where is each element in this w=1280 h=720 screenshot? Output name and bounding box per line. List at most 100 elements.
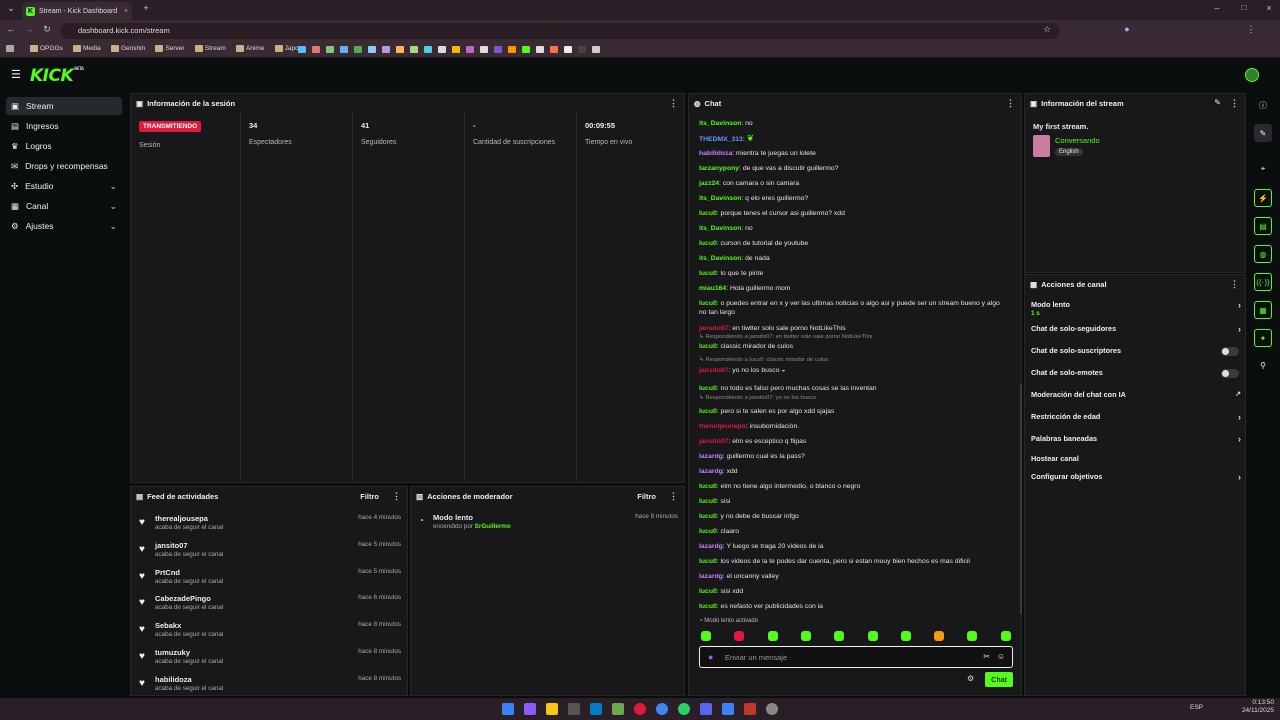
layers-icon[interactable]: ▦ xyxy=(1254,301,1272,319)
channel-action-5[interactable]: Restricción de edad › xyxy=(1031,412,1243,428)
bookmark-icon[interactable] xyxy=(354,46,362,53)
chat-message[interactable]: its_Davinson: no xyxy=(699,224,1009,233)
taskbar-app-icon[interactable] xyxy=(766,703,778,715)
wrench-icon[interactable]: ✦ xyxy=(1254,329,1272,347)
chat-message[interactable]: lucu0: curson de tutorial de youtube xyxy=(699,239,1009,248)
chat-message[interactable]: lazardg: guillermo cual es la pass? xyxy=(699,452,1009,461)
chat-username[interactable]: lazardg xyxy=(699,573,723,580)
chat-input[interactable]: ● Enviar un mensaje ✂ ☺ xyxy=(699,646,1013,668)
bookmark-icon[interactable] xyxy=(466,46,474,53)
language-indicator[interactable]: ESP xyxy=(1190,704,1203,711)
bookmark-folder[interactable]: Genshin xyxy=(110,45,145,52)
chat-username[interactable]: lucu0 xyxy=(699,588,717,595)
bookmark-folder[interactable]: Anime xyxy=(235,45,264,52)
bookmark-icon[interactable] xyxy=(522,46,530,53)
chat-message[interactable]: THEDMX_313: ❦ xyxy=(699,134,1009,144)
feed-user[interactable]: habilidoza xyxy=(155,675,192,684)
emote-icon[interactable] xyxy=(867,631,878,641)
bookmark-icon[interactable] xyxy=(424,46,432,53)
discord-icon[interactable] xyxy=(700,703,712,715)
chat-message[interactable]: jazz24: con camara o sin camara xyxy=(699,179,1009,188)
reload-icon[interactable]: ↻ xyxy=(40,24,54,35)
file-explorer-icon[interactable] xyxy=(546,703,558,715)
bookmark-icon[interactable] xyxy=(592,46,600,53)
chat-username[interactable]: lucu0 xyxy=(699,385,717,392)
bookmark-icon[interactable] xyxy=(382,46,390,53)
url-field[interactable]: dashboard.kick.com/stream xyxy=(60,23,1060,39)
sidebar-item-logros[interactable]: ♛ Logros xyxy=(6,137,122,155)
chat-message[interactable]: lazardg: Y luego se traga 20 videos de i… xyxy=(699,542,1009,551)
chat-message[interactable]: its_Davinson: de nada xyxy=(699,254,1009,263)
more-options-icon[interactable]: ⋮ xyxy=(1006,98,1015,109)
channel-action-7[interactable]: Hostear canal xyxy=(1031,454,1243,470)
feed-user[interactable]: PrtCnd xyxy=(155,568,180,577)
bookmark-folder[interactable]: Japo xyxy=(274,45,299,52)
clock[interactable]: 0:13:50 24/11/2025 xyxy=(1238,699,1274,715)
broadcast-icon[interactable]: ((·)) xyxy=(1254,273,1272,291)
chat-message[interactable]: jansito07: yo no los busco ◒ xyxy=(699,366,1009,375)
bookmark-icon[interactable] xyxy=(410,46,418,53)
chat-username[interactable]: jansito07 xyxy=(699,438,728,445)
mod-action-user[interactable]: SrGuillermo xyxy=(475,523,511,530)
bookmark-icon[interactable] xyxy=(312,46,320,53)
tab-menu-icon[interactable]: ⌄ xyxy=(4,3,18,14)
channel-action-6[interactable]: Palabras baneadas › xyxy=(1031,434,1243,450)
taskbar-app-icon[interactable] xyxy=(634,703,646,715)
channel-action-0[interactable]: Modo lento 1 s › xyxy=(1031,300,1243,317)
chat-message[interactable]: lazardg: el uncanny valley xyxy=(699,572,1009,581)
microphone-icon[interactable]: ● xyxy=(708,652,713,662)
toggle-switch[interactable] xyxy=(1221,347,1239,356)
chat-message[interactable]: its_Davinson: no xyxy=(699,119,1009,128)
chat-username[interactable]: lucu0 xyxy=(699,528,717,535)
chat-message[interactable]: lucu0: los videos de la te podes dar cue… xyxy=(699,557,1009,566)
bookmark-star-icon[interactable]: ☆ xyxy=(1040,24,1054,35)
channel-action-2[interactable]: Chat de solo-suscriptores xyxy=(1031,346,1243,362)
browser-menu-icon[interactable]: ⋮ xyxy=(1244,24,1258,35)
chat-message[interactable]: miau164: Hola guillermo mom xyxy=(699,284,1009,293)
feed-item[interactable]: ♥ PrtCnd acaba de seguir el canal hace 5 mi… xyxy=(139,568,401,590)
chat-username[interactable]: lucu0 xyxy=(699,300,717,307)
close-window-icon[interactable]: × xyxy=(1262,3,1276,13)
emote-icon[interactable] xyxy=(734,631,745,641)
browser-tab[interactable]: K Stream - Kick Dashboard × xyxy=(22,2,132,20)
chat-username[interactable]: lazardg xyxy=(699,453,723,460)
feed-item[interactable]: ♥ tumuzuky acaba de seguir el canal hace 8 … xyxy=(139,648,401,670)
chat-username[interactable]: jansito07 xyxy=(699,367,728,374)
chat-message[interactable]: jansito07: en tiwtter solo sale porno No… xyxy=(699,324,1009,333)
chrome-icon[interactable] xyxy=(656,703,668,715)
tab-close-icon[interactable]: × xyxy=(124,8,128,15)
emote-icon[interactable] xyxy=(701,631,711,641)
feed-item[interactable]: ♥ habilidoza acaba de seguir el canal hace … xyxy=(139,675,401,697)
chat-message[interactable]: tarzanypony: de que vas a discutir guill… xyxy=(699,164,1009,173)
bookmark-icon[interactable] xyxy=(536,46,544,53)
filter-button[interactable]: Filtro xyxy=(637,492,656,501)
taskbar-app-icon[interactable] xyxy=(612,703,624,715)
feed-user[interactable]: CabezadePingo xyxy=(155,594,211,603)
bookmark-icon[interactable] xyxy=(438,46,446,53)
chat-username[interactable]: habilidoza xyxy=(699,150,732,157)
forward-icon[interactable]: → xyxy=(22,24,36,34)
taskbar-app-icon[interactable] xyxy=(744,703,756,715)
chat-message[interactable]: lucu0: lo que te pinte xyxy=(699,269,1009,278)
chat-message[interactable]: lucu0: o puedes entrar en x y ver las ul… xyxy=(699,299,1009,317)
chat-message[interactable]: lazardg: xdd xyxy=(699,467,1009,476)
feed-item[interactable]: ♥ Sebakx acaba de seguir el canal hace 8 mi… xyxy=(139,621,401,643)
emoji-icon[interactable]: ☺ xyxy=(997,652,1005,661)
emote-icon[interactable] xyxy=(800,631,811,641)
sidebar-item-drops[interactable]: ✉ Drops y recompensas xyxy=(6,157,122,175)
bookmark-icon[interactable] xyxy=(508,46,516,53)
hamburger-menu-icon[interactable]: ☰ xyxy=(11,68,21,81)
bookmark-icon[interactable] xyxy=(480,46,488,53)
new-tab-icon[interactable]: + xyxy=(139,3,153,13)
reply-context[interactable]: ↳ Respondiendo a lucu0: classic mirador … xyxy=(699,357,828,363)
chat-message[interactable]: jansito07: elm es esceptico q flipas xyxy=(699,437,1009,446)
flash-icon[interactable]: ⚡ xyxy=(1254,189,1272,207)
start-icon[interactable] xyxy=(502,703,514,715)
chat-message[interactable]: lucu0: sisi xyxy=(699,497,1009,506)
channel-action-8[interactable]: Configurar objetivos › xyxy=(1031,472,1243,488)
bookmark-icon[interactable] xyxy=(550,46,558,53)
channel-action-3[interactable]: Chat de solo-emotes xyxy=(1031,368,1243,384)
feed-user[interactable]: therealjousepa xyxy=(155,514,208,523)
chat-username[interactable]: jansito07 xyxy=(699,325,728,332)
minimize-icon[interactable]: – xyxy=(1210,3,1224,13)
